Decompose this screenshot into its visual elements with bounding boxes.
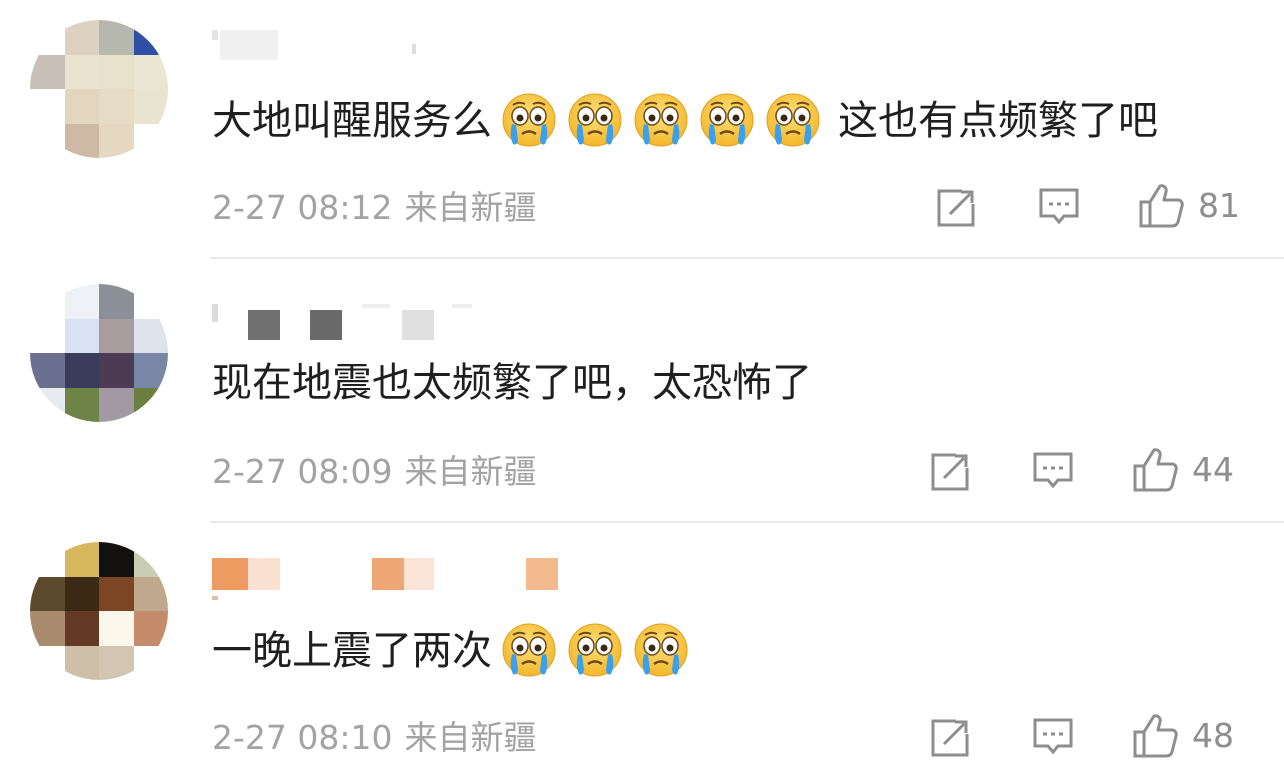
comment-icon [1039, 188, 1079, 225]
like-button[interactable]: 44 [1132, 446, 1234, 492]
comment-text: 一晚上震了两次 [212, 622, 698, 680]
crying-face-emoji [764, 92, 822, 150]
avatar[interactable] [30, 284, 168, 422]
crying-face-emoji [632, 622, 690, 680]
share-icon [931, 450, 972, 491]
crying-face-emoji [566, 92, 624, 150]
location-source: 来自新疆 [404, 452, 537, 491]
share-button[interactable] [930, 450, 972, 492]
location-source: 来自新疆 [404, 188, 537, 227]
comment-button[interactable] [1032, 716, 1074, 758]
crying-face-emoji [698, 92, 756, 150]
comment-text-part: 一晚上震了两次 [212, 628, 492, 674]
timestamp: 2-27 08:10 [212, 718, 393, 757]
share-icon [931, 716, 972, 757]
comment-meta: 2-27 08:12 来自新疆 [212, 188, 537, 228]
username-blurred[interactable] [212, 30, 442, 66]
share-button[interactable] [930, 716, 972, 758]
comment-text: 现在地震也太频繁了吧，太恐怖了 [212, 356, 812, 410]
comment-text-part: 大地叫醒服务么 [212, 98, 492, 144]
thumbs-up-icon [1139, 184, 1184, 228]
comment-icon [1033, 718, 1073, 755]
comment-button[interactable] [1032, 450, 1074, 492]
comment-text: 大地叫醒服务么 这也有点频繁了吧 [212, 92, 1158, 150]
timestamp: 2-27 08:12 [212, 188, 393, 227]
comment-meta: 2-27 08:09 来自新疆 [212, 452, 537, 492]
crying-face-emoji [500, 622, 558, 680]
share-icon [937, 186, 978, 227]
username-blurred[interactable] [212, 558, 592, 600]
like-button[interactable]: 81 [1138, 182, 1240, 228]
comment-item: 大地叫醒服务么 这也有点频繁了吧 2-27 08:12 来自新疆 81 [0, 0, 1284, 258]
like-count: 48 [1192, 715, 1234, 755]
comment-icon [1033, 452, 1073, 489]
username-blurred[interactable] [212, 294, 512, 340]
crying-face-emoji [500, 92, 558, 150]
crying-face-emoji [566, 622, 624, 680]
location-source: 来自新疆 [404, 718, 537, 757]
thumbs-up-icon [1133, 714, 1178, 758]
emoji-group [496, 622, 694, 680]
avatar[interactable] [30, 20, 168, 158]
crying-face-emoji [632, 92, 690, 150]
comment-text-part: 这也有点频繁了吧 [838, 98, 1158, 144]
comment-item: 现在地震也太频繁了吧，太恐怖了 2-27 08:09 来自新疆 44 [0, 258, 1284, 522]
like-button[interactable]: 48 [1132, 712, 1234, 758]
share-button[interactable] [936, 186, 978, 228]
emoji-group [496, 92, 826, 150]
avatar[interactable] [30, 542, 168, 680]
comment-item: 一晚上震了两次 2-27 08:10 来自新疆 48 [0, 522, 1284, 778]
comment-text-part: 现在地震也太频繁了吧，太恐怖了 [212, 360, 812, 406]
comment-meta: 2-27 08:10 来自新疆 [212, 718, 537, 758]
comment-button[interactable] [1038, 186, 1080, 228]
like-count: 81 [1198, 185, 1240, 225]
thumbs-up-icon [1133, 448, 1178, 492]
like-count: 44 [1192, 449, 1234, 489]
timestamp: 2-27 08:09 [212, 452, 393, 491]
